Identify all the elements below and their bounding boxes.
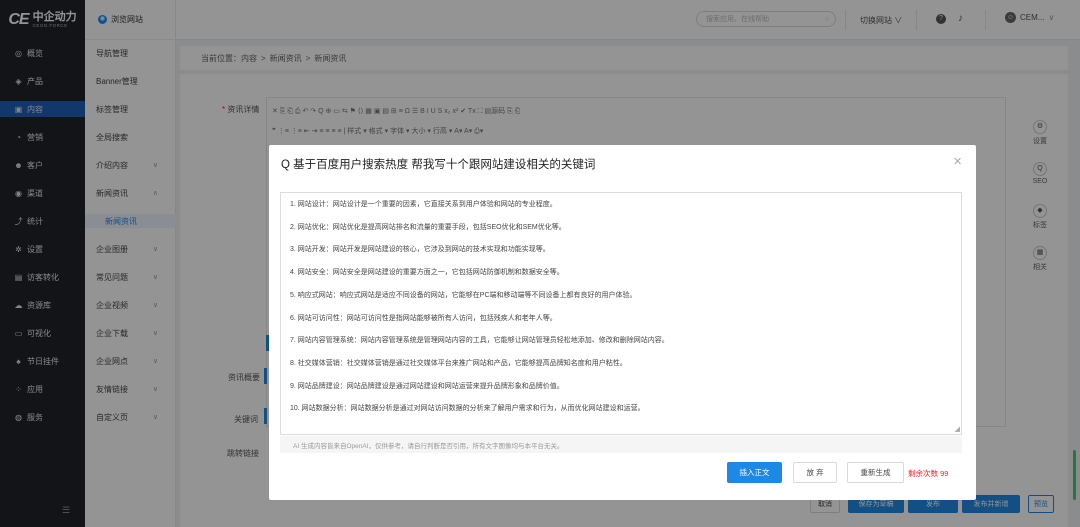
dialog-title: Q 基于百度用户搜索热度 帮我写十个跟网站建设相关的关键词: [281, 159, 596, 171]
close-icon[interactable]: ✕: [953, 155, 962, 168]
regenerate-button[interactable]: 重新生成: [847, 462, 904, 483]
discard-button[interactable]: 放 弃: [793, 462, 837, 483]
keyword-item: 3. 网站开发：网站开发是网站建设的核心，它涉及到网站的技术实现和功能实现等。: [290, 246, 550, 254]
remaining-count: 剩余次数 99: [908, 469, 949, 478]
resize-handle-icon[interactable]: ◢: [955, 425, 960, 433]
keyword-item: 1. 网站设计：网站设计是一个重要的因素，它直接关系到用户体验和网站的专业程度。: [290, 201, 557, 208]
ai-disclaimer: AI 生成内容皆来自OpenAI，仅供参考，请自行判断是否引用，所有文字图像均与…: [280, 436, 962, 453]
keyword-item: 2. 网站优化：网站优化是提高网站排名和流量的重要手段，包括SEO优化和SEM优…: [290, 223, 566, 231]
keyword-item: 8. 社交媒体营销：社交媒体营销是通过社交媒体平台来推广网站和产品，它能够提高品…: [290, 359, 627, 367]
keyword-item: 7. 网站内容管理系统：网站内容管理系统是管理网站内容的工具，它能够让网站管理员…: [290, 337, 669, 345]
keyword-item: 9. 网站品牌建设：网站品牌建设是通过网站建设和网站运营来提升品牌形象和品牌价值…: [290, 382, 564, 390]
keyword-item: 4. 网站安全：网站安全是网站建设的重要方面之一，它包括网站防御机制和数据安全等…: [290, 269, 564, 277]
keyword-item: 10. 网站数据分析：网站数据分析是通过对网站访问数据的分析来了解用户需求和行为…: [290, 405, 645, 413]
ai-result-textarea[interactable]: 1. 网站设计：网站设计是一个重要的因素，它直接关系到用户体验和网站的专业程度。…: [280, 192, 962, 435]
keyword-item: 6. 网站可访问性：网站可访问性是指网站能够被所有人访问，包括残疾人和老年人等。: [290, 314, 557, 322]
insert-body-button[interactable]: 插入正文: [727, 462, 782, 483]
keyword-item: 5. 响应式网站：响应式网站是适应不同设备的网站，它能够在PC端和移动端等不同设…: [290, 291, 637, 299]
